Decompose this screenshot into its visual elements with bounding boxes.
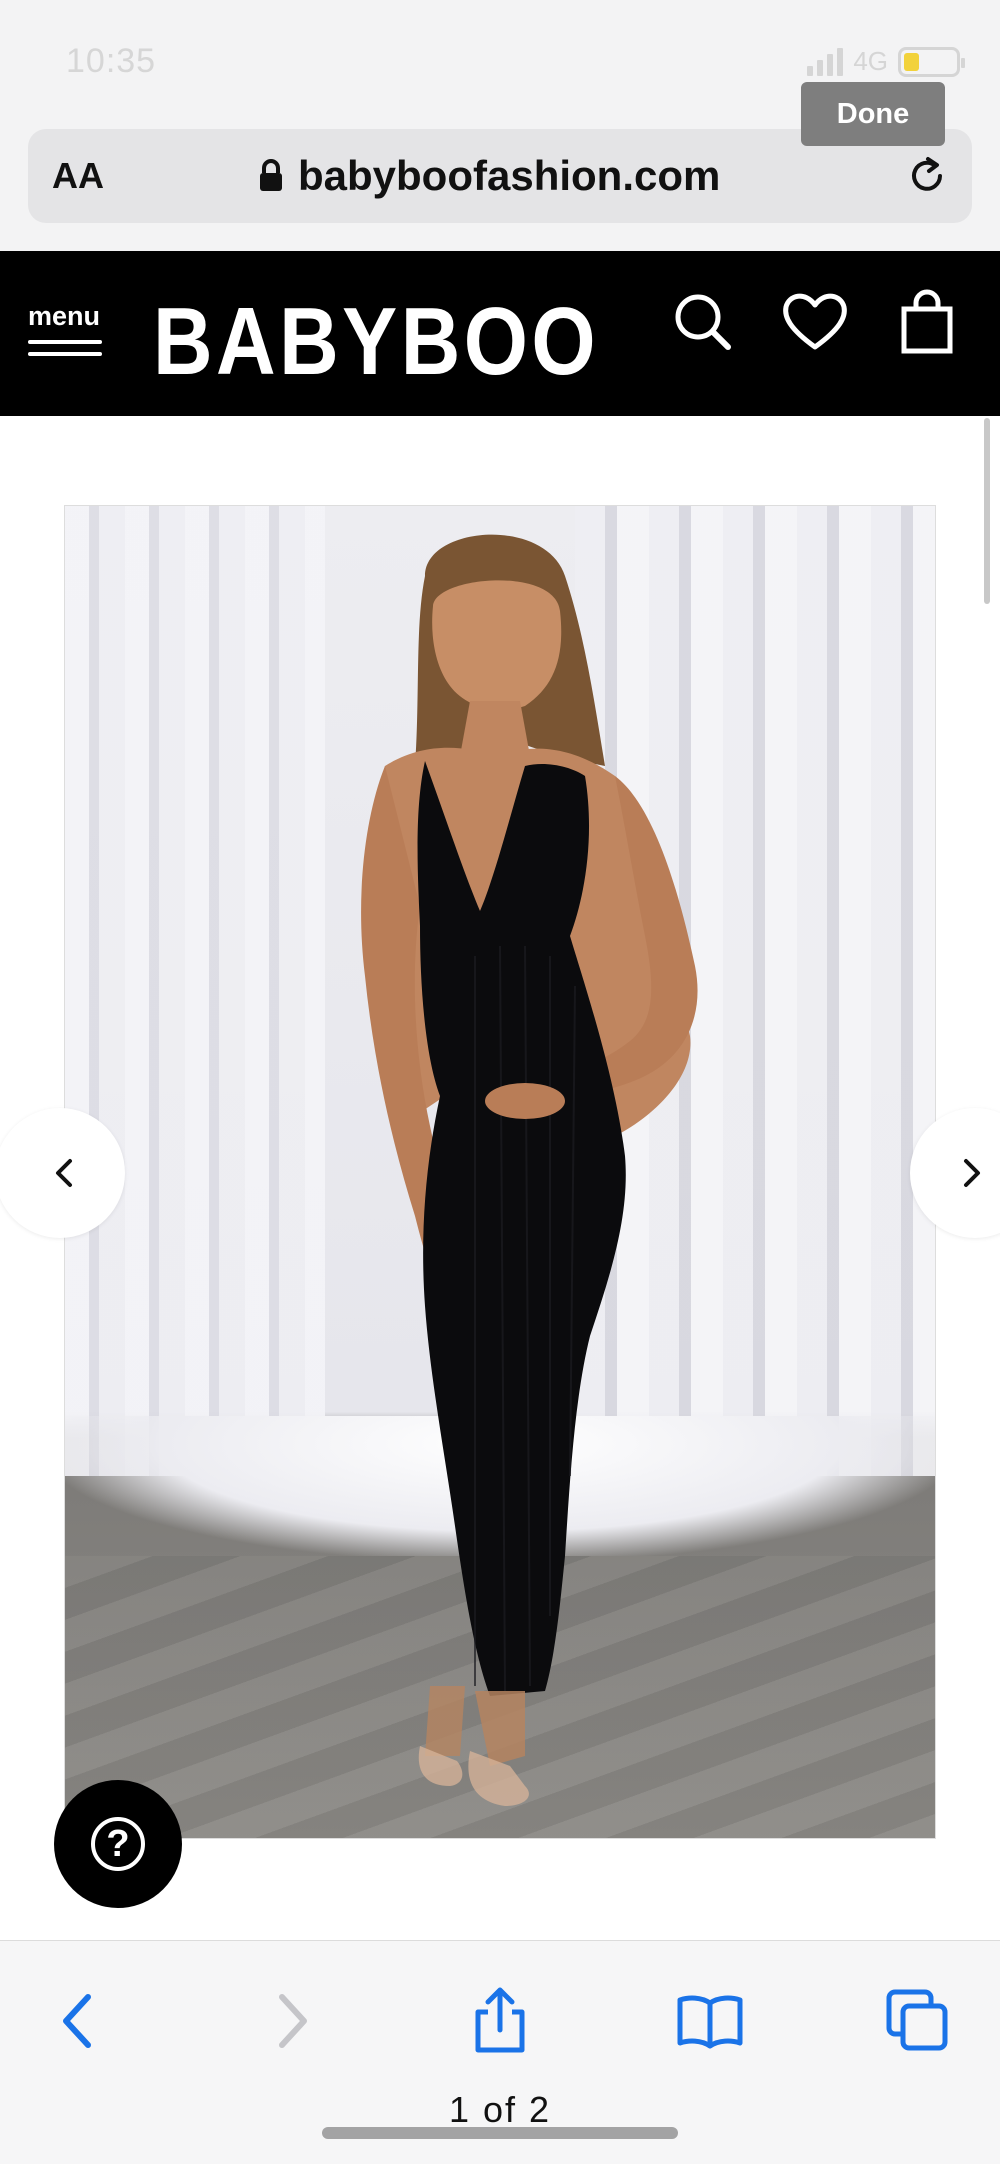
browser-toolbar: 1 of 2	[0, 1940, 1000, 2164]
model-figure	[361, 534, 698, 1806]
chevron-back-icon	[63, 1994, 91, 2048]
back-button[interactable]	[38, 1981, 118, 2061]
tabs-button[interactable]	[878, 1981, 958, 2061]
text-size-button[interactable]: AA	[52, 155, 104, 197]
chevron-left-icon	[56, 1159, 72, 1187]
tabs-icon	[886, 1989, 948, 2051]
site-logo[interactable]: BABYBOO	[153, 287, 599, 397]
help-button[interactable]: ?	[54, 1780, 182, 1908]
forward-button[interactable]	[252, 1981, 332, 2061]
status-indicators: 4G	[807, 46, 965, 77]
previous-image-button[interactable]	[0, 1108, 125, 1238]
menu-button[interactable]: menu	[28, 301, 110, 356]
signal-icon	[807, 47, 844, 76]
done-button[interactable]: Done	[801, 82, 945, 146]
network-label: 4G	[853, 46, 888, 76]
reload-icon[interactable]	[902, 151, 952, 201]
lock-icon	[260, 159, 282, 191]
menu-line	[28, 352, 102, 356]
battery-level	[904, 52, 919, 71]
chevron-forward-icon	[279, 1994, 307, 2048]
menu-line	[28, 340, 102, 344]
home-indicator	[322, 2127, 678, 2139]
url-text: babyboofashion.com	[298, 152, 721, 199]
chevron-right-icon	[964, 1159, 980, 1187]
bookmarks-button[interactable]	[670, 1981, 750, 2061]
page-indicator: 1 of 2	[448, 2089, 552, 2130]
status-time: 10:35	[66, 42, 157, 80]
search-icon[interactable]	[668, 287, 738, 357]
question-mark-icon: ?	[91, 1817, 145, 1871]
site-header: menu BABYBOO	[0, 251, 1000, 416]
scroll-indicator	[984, 418, 990, 604]
product-image[interactable]	[64, 505, 936, 1839]
shopping-bag-icon[interactable]	[892, 287, 962, 357]
battery-icon	[898, 46, 965, 77]
menu-label: menu	[28, 301, 101, 331]
url-display[interactable]: babyboofashion.com	[258, 152, 720, 200]
book-icon	[677, 1995, 743, 2049]
heart-icon[interactable]	[780, 287, 850, 357]
share-button[interactable]	[460, 1981, 540, 2061]
share-icon	[475, 1987, 525, 2053]
